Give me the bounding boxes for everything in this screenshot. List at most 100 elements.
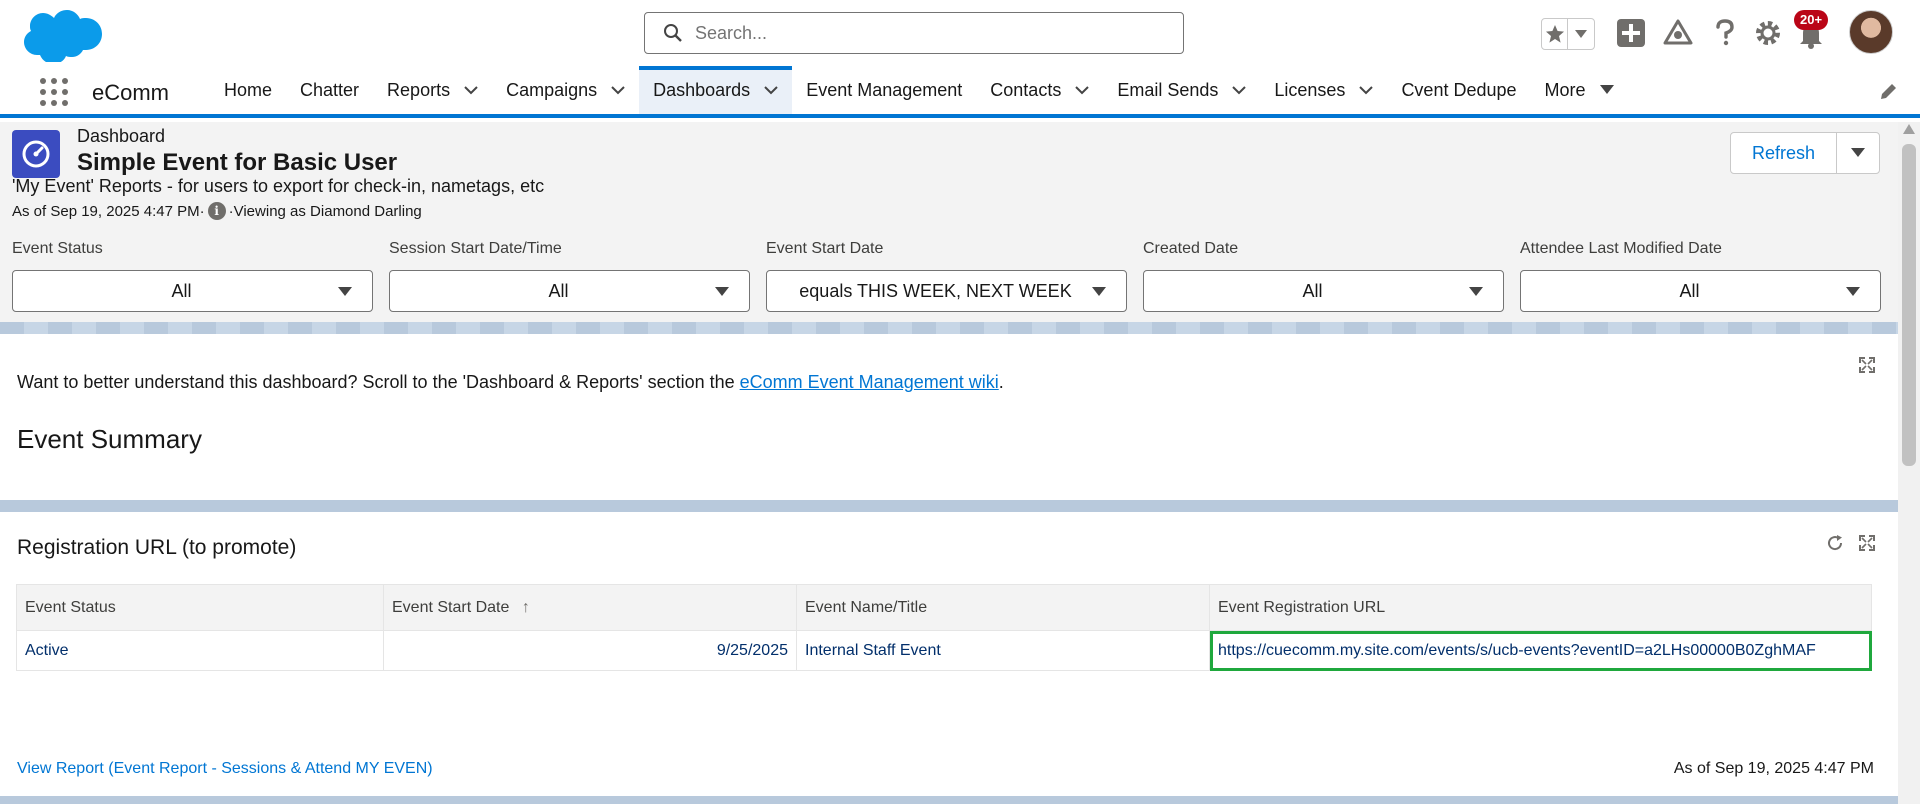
global-header: 20+ bbox=[0, 0, 1920, 66]
edit-nav-pencil-icon[interactable] bbox=[1878, 82, 1898, 102]
dashboard-gauge-icon bbox=[12, 130, 60, 178]
nav-tab-contacts[interactable]: Contacts bbox=[976, 66, 1103, 114]
nav-tab-email-sends[interactable]: Email Sends bbox=[1103, 66, 1260, 114]
column-header[interactable]: Event Registration URL bbox=[1209, 584, 1872, 631]
card-as-of: As of Sep 19, 2025 4:47 PM bbox=[1673, 760, 1874, 777]
salesforce-logo[interactable] bbox=[22, 6, 102, 62]
column-header-sorted[interactable]: Event Start Date ↑ bbox=[383, 584, 797, 631]
filter-event-status: Event Status All bbox=[12, 240, 373, 312]
filter-dropdown[interactable]: All bbox=[12, 270, 373, 312]
expand-icon[interactable] bbox=[1858, 356, 1876, 374]
filter-value: All bbox=[171, 280, 192, 301]
filter-value: equals THIS WEEK, NEXT WEEK bbox=[799, 280, 1072, 301]
chevron-down-icon[interactable] bbox=[1359, 85, 1374, 95]
info-icon[interactable]: i bbox=[207, 202, 226, 220]
chevron-down-icon[interactable] bbox=[764, 85, 778, 95]
chevron-down-icon bbox=[338, 287, 352, 296]
filter-dropdown[interactable]: All bbox=[389, 270, 750, 312]
filter-dropdown[interactable]: equals THIS WEEK, NEXT WEEK bbox=[766, 270, 1127, 312]
chevron-down-icon[interactable] bbox=[611, 85, 625, 95]
nav-tab-cvent-dedupe[interactable]: Cvent Dedupe bbox=[1387, 66, 1530, 114]
filter-value: All bbox=[1302, 280, 1323, 301]
nav-tab-home[interactable]: Home bbox=[210, 66, 286, 114]
dashboard-filters: Event Status All Session Start Date/Time Al… bbox=[12, 240, 1881, 312]
view-report-link[interactable]: View Report (Event Report - Sessions & A… bbox=[17, 760, 433, 778]
section-divider bbox=[0, 796, 1898, 804]
nav-tab-campaigns[interactable]: Campaigns bbox=[492, 66, 639, 114]
nav-items: Home Chatter Reports Campaigns Dashboards Eve… bbox=[210, 66, 1628, 114]
section-divider bbox=[0, 322, 1898, 334]
filter-dropdown[interactable]: All bbox=[1520, 270, 1881, 312]
refresh-menu-chevron-down-icon[interactable] bbox=[1837, 133, 1879, 173]
dashboard-help-text: Want to better understand this dashboard… bbox=[17, 372, 1004, 393]
chevron-down-icon bbox=[715, 287, 729, 296]
filter-label: Event Start Date bbox=[766, 240, 884, 257]
favorites-star-icon[interactable] bbox=[1542, 19, 1568, 49]
viewing-as-text: ·Viewing as Diamond Darling bbox=[228, 202, 422, 220]
chevron-down-icon[interactable] bbox=[1232, 85, 1247, 95]
dashboard-type-label: Dashboard bbox=[77, 126, 166, 146]
nav-tab-more[interactable]: More bbox=[1531, 66, 1628, 114]
favorites-dropdown-icon[interactable] bbox=[1568, 19, 1594, 49]
setup-gear-icon[interactable] bbox=[1753, 18, 1783, 48]
table-cell: Active bbox=[16, 630, 384, 671]
search-input[interactable] bbox=[695, 22, 1155, 44]
nav-tab-licenses[interactable]: Licenses bbox=[1260, 66, 1387, 114]
dashboard-description: 'My Event' Reports - for users to export… bbox=[12, 176, 545, 196]
scroll-up-icon[interactable] bbox=[1903, 124, 1915, 134]
global-search[interactable] bbox=[644, 12, 1184, 54]
nav-tab-label: Contacts bbox=[990, 79, 1062, 100]
intro-text: Want to better understand this dashboard… bbox=[17, 372, 740, 392]
filter-event-start-date: Event Start Date equals THIS WEEK, NEXT W… bbox=[766, 240, 1127, 312]
nav-tab-label: Chatter bbox=[300, 79, 360, 100]
table-cell: 9/25/2025 bbox=[383, 630, 797, 671]
nav-tab-label: Cvent Dedupe bbox=[1401, 79, 1517, 100]
nav-tab-chatter[interactable]: Chatter bbox=[286, 66, 373, 114]
nav-tab-dashboards[interactable]: Dashboards bbox=[639, 66, 793, 114]
chevron-down-icon bbox=[1846, 287, 1860, 296]
help-icon[interactable] bbox=[1712, 18, 1738, 48]
table-row: Active 9/25/2025 Internal Staff Event ht… bbox=[16, 630, 1872, 671]
favorites-group[interactable] bbox=[1541, 18, 1595, 50]
intro-end: . bbox=[998, 372, 1004, 392]
nav-tab-label: Event Management bbox=[806, 79, 963, 100]
column-header[interactable]: Event Status bbox=[16, 584, 384, 631]
filter-label: Created Date bbox=[1143, 240, 1239, 257]
global-actions-add-icon[interactable] bbox=[1616, 18, 1646, 48]
registration-url-card: Registration URL (to promote) Event Stat… bbox=[0, 512, 1898, 804]
wiki-link[interactable]: eComm Event Management wiki bbox=[740, 372, 999, 392]
user-avatar[interactable] bbox=[1849, 10, 1893, 54]
nav-tab-reports[interactable]: Reports bbox=[373, 66, 492, 114]
filter-session-start-date-time: Session Start Date/Time All bbox=[389, 240, 750, 312]
filter-label: Session Start Date/Time bbox=[389, 240, 562, 257]
app-nav-bar: eComm Home Chatter Reports Campaigns Dashboa… bbox=[0, 66, 1920, 118]
chevron-down-icon bbox=[1469, 287, 1483, 296]
page-scrollbar[interactable] bbox=[1898, 122, 1920, 804]
refresh-widget-icon[interactable] bbox=[1826, 534, 1844, 552]
sort-ascending-icon[interactable]: ↑ bbox=[522, 599, 530, 616]
registration-card-title: Registration URL (to promote) bbox=[17, 536, 297, 559]
table-header-row: Event Status Event Start Date ↑ Event Na… bbox=[16, 584, 1872, 631]
column-header-label: Event Start Date bbox=[392, 598, 510, 616]
filter-label: Event Status bbox=[12, 240, 103, 257]
nav-tab-event-management[interactable]: Event Management bbox=[792, 66, 976, 114]
chevron-down-icon[interactable] bbox=[464, 85, 478, 95]
nav-tab-label: Campaigns bbox=[506, 79, 598, 100]
nav-tab-label: More bbox=[1544, 79, 1586, 100]
expand-icon[interactable] bbox=[1858, 534, 1876, 552]
chevron-down-icon[interactable] bbox=[1075, 85, 1090, 95]
trailhead-icon[interactable] bbox=[1662, 18, 1694, 48]
dashboard-as-of-text: As of Sep 19, 2025 4:47 PM· bbox=[12, 202, 205, 220]
filter-dropdown[interactable]: All bbox=[1143, 270, 1504, 312]
registration-url-cell[interactable]: https://cuecomm.my.site.com/events/s/ucb… bbox=[1209, 630, 1872, 671]
nav-tab-label: Home bbox=[224, 79, 273, 100]
event-summary-heading: Event Summary bbox=[17, 424, 202, 454]
more-dropdown-icon[interactable] bbox=[1599, 85, 1614, 95]
table-cell: Internal Staff Event bbox=[796, 630, 1210, 671]
scroll-thumb[interactable] bbox=[1902, 144, 1916, 466]
column-header[interactable]: Event Name/Title bbox=[796, 584, 1210, 631]
section-divider bbox=[0, 500, 1898, 512]
registration-table: Event Status Event Start Date ↑ Event Na… bbox=[16, 584, 1872, 671]
refresh-button[interactable]: Refresh bbox=[1731, 133, 1837, 173]
app-launcher-icon[interactable] bbox=[40, 78, 68, 106]
